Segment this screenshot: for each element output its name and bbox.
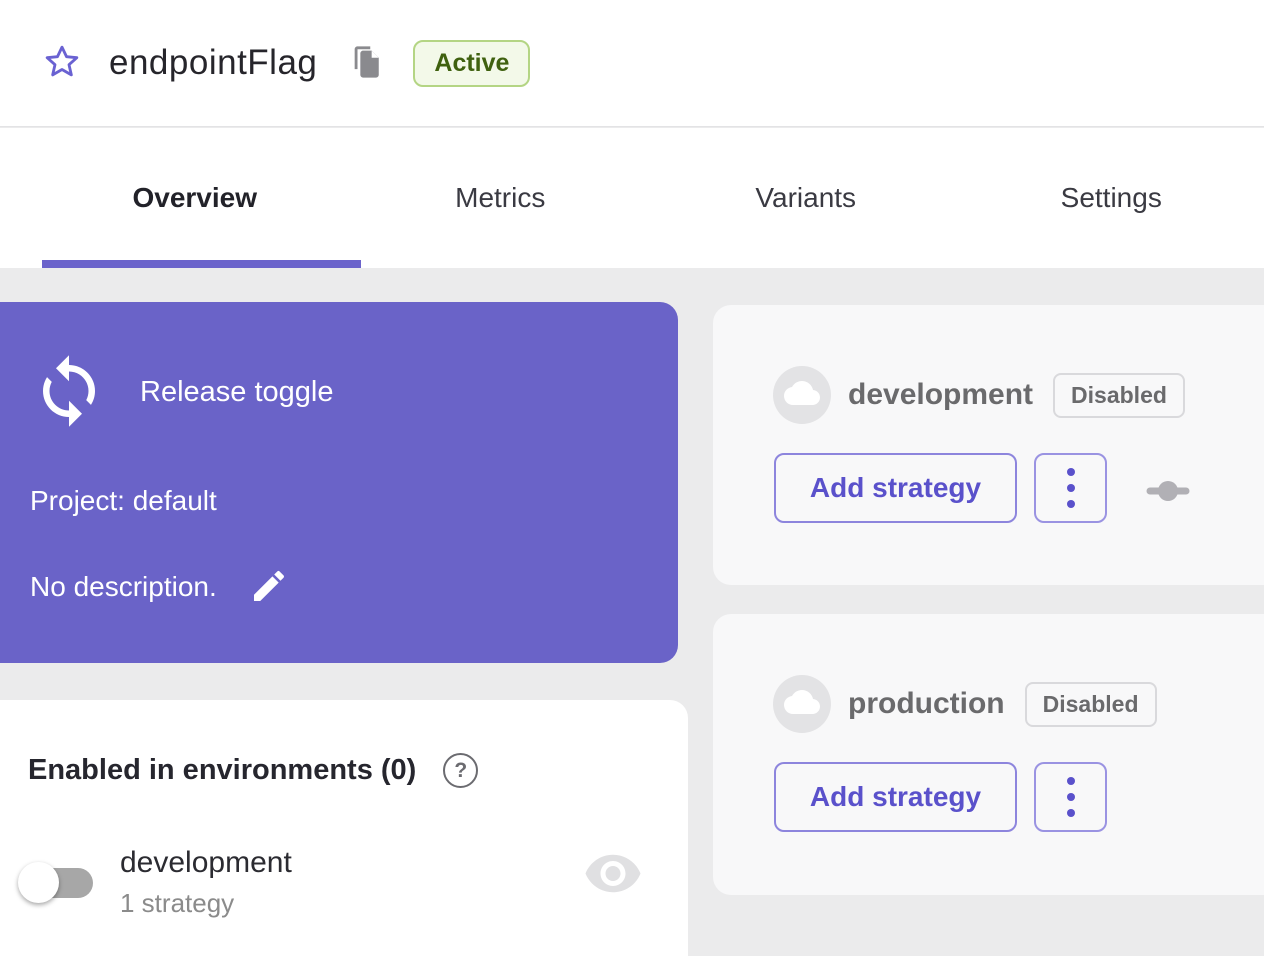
star-icon: [42, 42, 82, 85]
enabled-environments-header: Enabled in environments (0) ?: [28, 753, 478, 788]
environment-status-badge: Disabled: [1025, 682, 1157, 727]
environment-avatar: [773, 675, 831, 733]
more-actions-button[interactable]: [1034, 762, 1107, 832]
environment-card-name: production: [848, 687, 1005, 721]
development-card-actions: Add strategy: [774, 453, 1107, 523]
tab-variants-label: Variants: [755, 182, 856, 214]
tab-bar: Overview Metrics Variants Settings: [0, 128, 1264, 268]
page-header: endpointFlag Active: [0, 0, 1264, 127]
environment-status-badge: Disabled: [1053, 373, 1185, 418]
flag-type-label: Release toggle: [140, 376, 333, 409]
rollout-slider-icon: [1146, 477, 1190, 510]
flag-description-label: No description.: [30, 571, 217, 603]
edit-description-button[interactable]: [248, 566, 290, 608]
pencil-icon: [249, 566, 289, 609]
tab-settings[interactable]: Settings: [959, 128, 1264, 268]
tab-metrics-label: Metrics: [455, 182, 545, 214]
cloud-icon: [784, 689, 820, 720]
environment-strategy-count: 1 strategy: [120, 888, 292, 919]
flag-description-row: No description.: [30, 566, 290, 608]
production-environment-card: production Disabled Add strategy: [713, 614, 1264, 895]
flag-info-card: Release toggle Project: default No descr…: [0, 302, 678, 663]
visibility-button[interactable]: [583, 853, 643, 902]
help-button[interactable]: ?: [443, 753, 478, 788]
environment-card-name: development: [848, 378, 1033, 412]
tab-overview-label: Overview: [132, 182, 257, 214]
tab-variants[interactable]: Variants: [653, 128, 959, 268]
cloud-icon: [784, 380, 820, 411]
active-tab-indicator: [42, 260, 361, 268]
flag-project-label: Project: default: [30, 485, 217, 517]
enabled-environments-title: Enabled in environments (0): [28, 754, 416, 787]
kebab-icon: [1067, 468, 1075, 508]
status-badge: Active: [413, 40, 530, 87]
page-title: endpointFlag: [109, 43, 317, 83]
eye-icon: [583, 887, 643, 902]
loop-icon: [30, 352, 108, 435]
enabled-environments-card: Enabled in environments (0) ? developmen…: [0, 700, 688, 956]
toggle-thumb: [18, 862, 59, 903]
more-actions-button[interactable]: [1034, 453, 1107, 523]
add-strategy-button[interactable]: Add strategy: [774, 762, 1017, 832]
add-strategy-button[interactable]: Add strategy: [774, 453, 1017, 523]
environment-info: development 1 strategy: [120, 846, 292, 919]
kebab-icon: [1067, 777, 1075, 817]
environment-name: development: [120, 846, 292, 880]
feature-flag-page: endpointFlag Active Overview Metrics Var…: [0, 0, 1264, 956]
copy-name-button[interactable]: [348, 44, 384, 82]
favorite-button[interactable]: [42, 43, 82, 83]
tab-metrics[interactable]: Metrics: [348, 128, 654, 268]
copy-icon: [349, 44, 383, 83]
production-card-header: production Disabled: [773, 675, 1157, 733]
question-mark-icon: ?: [454, 759, 467, 783]
production-card-actions: Add strategy: [774, 762, 1107, 832]
tab-settings-label: Settings: [1061, 182, 1162, 214]
tab-overview[interactable]: Overview: [42, 128, 348, 268]
development-card-header: development Disabled: [773, 366, 1185, 424]
environment-avatar: [773, 366, 831, 424]
development-toggle[interactable]: [18, 862, 94, 903]
development-environment-card: development Disabled Add strategy: [713, 305, 1264, 585]
